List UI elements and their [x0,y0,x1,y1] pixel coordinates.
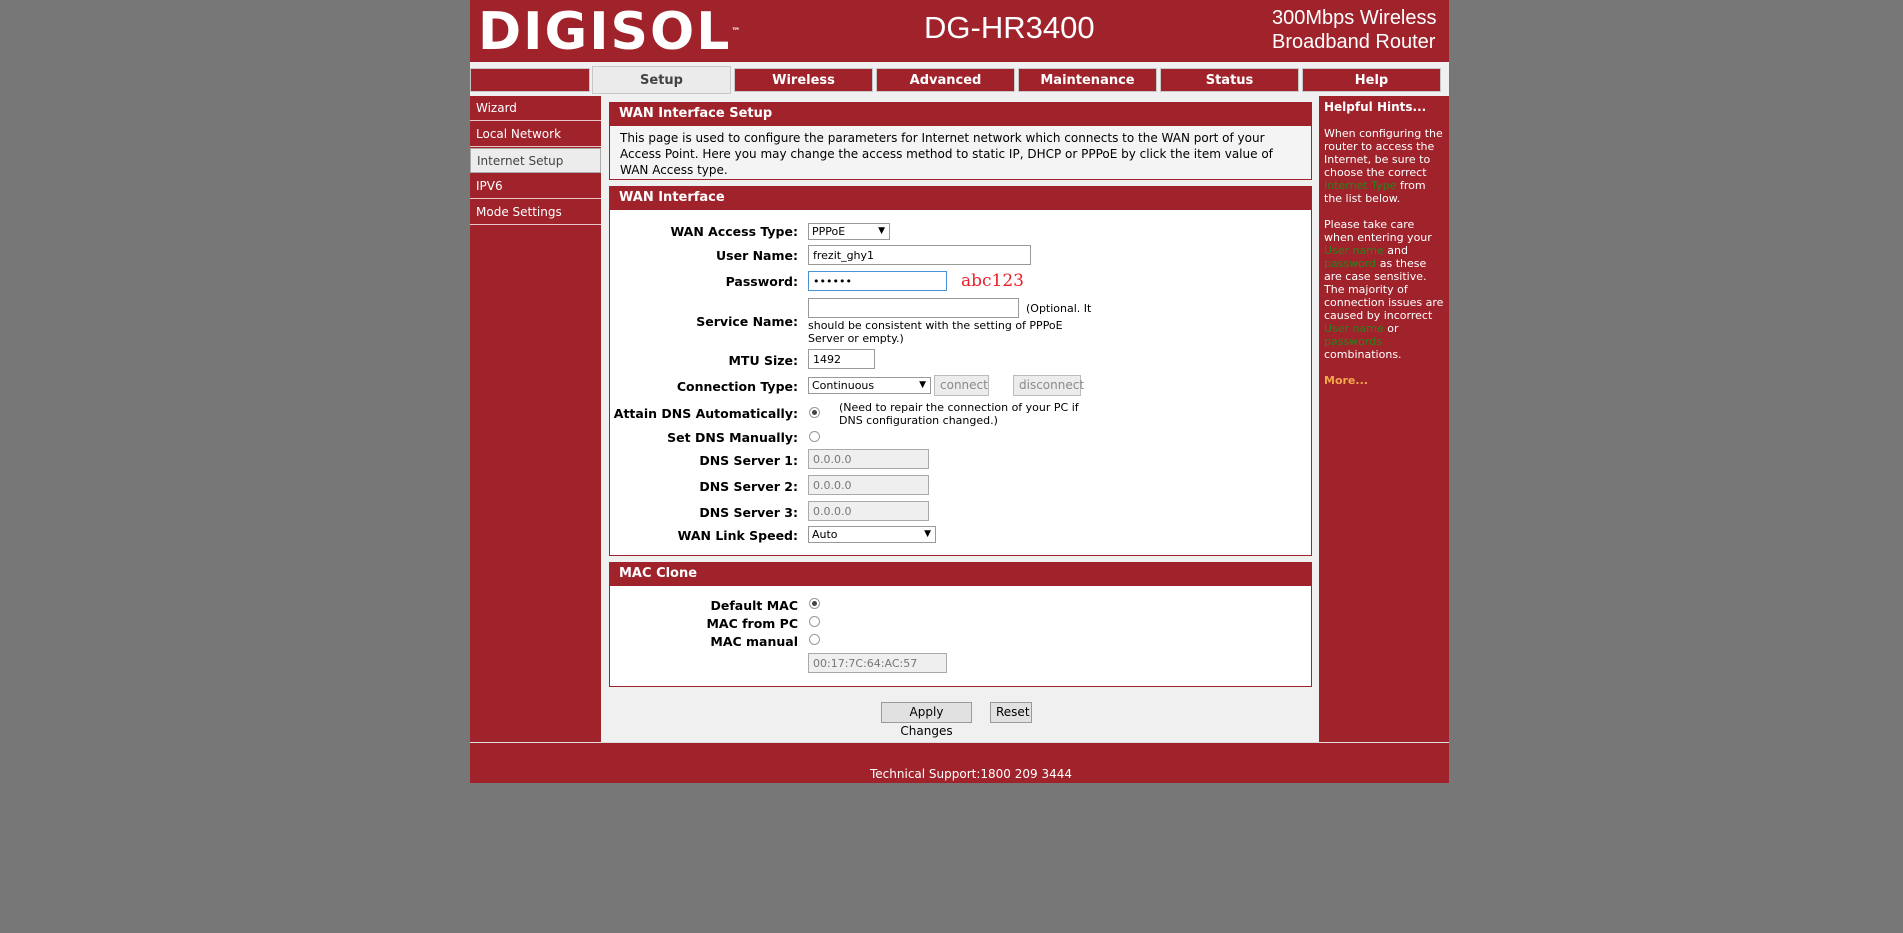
main-tab-bar: Setup Wireless Advanced Maintenance Stat… [470,66,1449,94]
apply-changes-button[interactable]: Apply Changes [881,702,972,738]
helpful-hints-panel: Helpful Hints... When configuring the ro… [1319,96,1449,742]
tab-blank [470,68,590,92]
tab-status[interactable]: Status [1160,68,1299,92]
service-name-note-a: (Optional. It [1026,302,1092,315]
set-dns-label: Set DNS Manually: [667,430,798,445]
tab-help[interactable]: Help [1302,68,1441,92]
mtu-size-label: MTU Size: [728,353,798,368]
reset-button[interactable]: Reset [990,702,1032,723]
dns-server-2-input[interactable] [808,475,929,495]
dns-server-3-label: DNS Server 3: [699,505,798,520]
user-name-label: User Name: [716,248,798,263]
hint-user-name-2: User name [1324,322,1384,335]
wan-setup-title: WAN Interface Setup [609,102,1312,125]
sidebar-item-local-network[interactable]: Local Network [470,122,601,147]
hints-title: Helpful Hints... [1324,100,1427,114]
hints-more-link[interactable]: More... [1324,374,1444,387]
wan-access-type-label: WAN Access Type: [670,224,798,239]
product-tagline: 300Mbps Wireless Broadband Router [1272,6,1437,54]
connection-type-select[interactable]: Continuous ▼ [808,377,931,394]
password-input[interactable] [808,271,947,291]
tab-advanced[interactable]: Advanced [876,68,1015,92]
user-name-input[interactable] [808,245,1031,265]
dns-server-2-label: DNS Server 2: [699,479,798,494]
mac-clone-title: MAC Clone [609,562,1312,585]
chevron-down-icon: ▼ [919,380,926,390]
dns-server-1-input[interactable] [808,449,929,469]
wan-access-type-select[interactable]: PPPoE ▼ [808,223,890,240]
connect-button[interactable]: connect [934,375,989,396]
attain-dns-label: Attain DNS Automatically: [613,406,798,421]
dns-server-3-input[interactable] [808,501,929,521]
model-name: DG-HR3400 [924,10,1095,45]
tab-wireless[interactable]: Wireless [734,68,873,92]
mac-manual-radio[interactable] [809,634,820,645]
attain-dns-radio[interactable] [809,407,820,418]
digisol-logo: DIGISOL™ [478,2,741,62]
tagline-line1: 300Mbps Wireless [1272,7,1437,29]
tab-setup[interactable]: Setup [592,66,731,94]
router-page: DIGISOL™ DG-HR3400 300Mbps Wireless Broa… [470,0,1449,783]
mac-manual-label: MAC manual [710,634,798,649]
trademark: ™ [731,27,741,37]
sidebar-item-ipv6[interactable]: IPV6 [470,174,601,199]
mac-address-input[interactable] [808,653,947,673]
wan-link-speed-select[interactable]: Auto ▼ [808,526,936,543]
service-name-label: Service Name: [696,314,798,329]
tab-maintenance[interactable]: Maintenance [1018,68,1157,92]
attain-dns-note: (Need to repair the connection of your P… [839,401,1079,427]
hints-paragraph-1: When configuring the router to access th… [1324,127,1443,205]
wan-setup-description: This page is used to configure the param… [609,125,1312,180]
hint-passwords: passwords [1324,335,1382,348]
hint-user-name: User name [1324,244,1384,257]
password-annotation: abc123 [961,271,1024,291]
mac-from-pc-radio[interactable] [809,616,820,627]
disconnect-button[interactable]: disconnect [1013,375,1084,396]
mtu-size-input[interactable] [808,349,875,369]
header-banner: DIGISOL™ DG-HR3400 300Mbps Wireless Broa… [470,0,1449,62]
sidebar-item-mode-settings[interactable]: Mode Settings [470,200,601,225]
set-dns-radio[interactable] [809,431,820,442]
connection-type-label: Connection Type: [676,379,798,394]
default-mac-radio[interactable] [809,598,820,609]
tagline-line2: Broadband Router [1272,31,1436,53]
default-mac-label: Default MAC [710,598,798,613]
hints-paragraph-2: Please take care when entering your User… [1324,218,1444,361]
chevron-down-icon: ▼ [924,529,931,539]
service-name-note-b: should be consistent with the setting of… [808,319,1063,345]
password-label: Password: [725,274,798,289]
wan-link-speed-label: WAN Link Speed: [677,528,798,543]
service-name-input[interactable] [808,298,1019,318]
footer: Technical Support:1800 209 3444 [470,742,1449,783]
hint-password: password [1324,257,1377,270]
sidebar-item-internet-setup[interactable]: Internet Setup [470,148,601,173]
hint-internet-type: Internet Type [1324,179,1397,192]
chevron-down-icon: ▼ [878,226,885,236]
wan-interface-title: WAN Interface [609,186,1312,209]
technical-support-text: Technical Support:1800 209 3444 [870,767,1073,781]
mac-from-pc-label: MAC from PC [706,616,798,631]
dns-server-1-label: DNS Server 1: [699,453,798,468]
sidebar-item-wizard[interactable]: Wizard [470,96,601,121]
